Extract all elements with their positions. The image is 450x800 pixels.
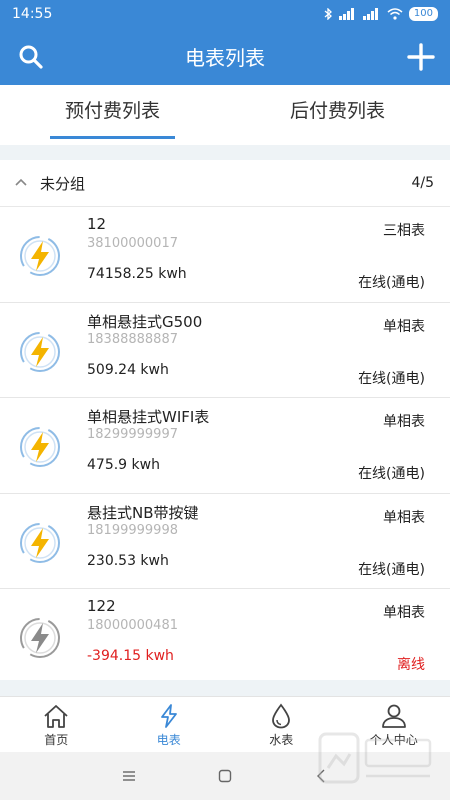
bluetooth-icon [324, 8, 332, 20]
app-bar: 电表列表 [0, 28, 450, 85]
meter-status: 在线(通电) [358, 275, 425, 291]
meter-type: 三相表 [383, 223, 425, 239]
water-drop-icon [272, 703, 291, 729]
tab-postpaid[interactable]: 后付费列表 [225, 85, 450, 145]
meter-offline-icon [20, 618, 60, 658]
meter-reading: 509.24 kwh [87, 361, 169, 378]
nav-meter[interactable]: 电表 [113, 697, 226, 752]
meter-list: 12 38100000017 74158.25 kwh 三相表 在线(通电) 单… [0, 207, 450, 685]
home-icon [44, 705, 68, 728]
signal-icon [338, 8, 354, 20]
meter-id: 18299999997 [87, 427, 178, 442]
home-square-icon[interactable] [217, 768, 233, 784]
meter-id: 38100000017 [87, 236, 178, 251]
wifi-icon [387, 8, 403, 20]
group-header[interactable]: 未分组 4/5 [0, 160, 450, 207]
meter-row[interactable]: 单相悬挂式G500 18388888887 509.24 kwh 单相表 在线(… [0, 302, 450, 398]
plus-icon [407, 43, 435, 71]
meter-type: 单相表 [383, 318, 425, 335]
tab-bar: 预付费列表 后付费列表 [0, 85, 450, 145]
meter-reading: 475.9 kwh [87, 457, 160, 473]
nav-label: 首页 [44, 733, 69, 747]
section-divider [0, 145, 450, 160]
meter-reading: 74158.25 kwh [87, 266, 187, 282]
meter-row[interactable]: 122 18000000481 -394.15 kwh 单相表 离线 [0, 589, 450, 685]
meter-type: 单相表 [383, 414, 425, 430]
meter-row[interactable]: 单相悬挂式WIFI表 18299999997 475.9 kwh 单相表 在线(… [0, 398, 450, 494]
add-meter-button[interactable] [404, 40, 438, 74]
meter-status: 在线(通电) [358, 561, 425, 578]
meter-online-icon [20, 331, 60, 372]
meter-status: 在线(通电) [358, 466, 425, 482]
meter-name: 悬挂式NB带按键 [87, 503, 199, 522]
group-name: 未分组 [40, 174, 86, 193]
meter-type: 单相表 [383, 509, 425, 526]
status-icons: 100 [323, 7, 438, 21]
status-bar: 14:55 100 [0, 0, 450, 28]
battery-icon: 100 [408, 7, 438, 21]
meter-id: 18388888887 [87, 331, 178, 347]
nav-label: 电表 [156, 733, 181, 747]
status-time: 14:55 [12, 6, 53, 22]
meter-type: 单相表 [383, 605, 425, 621]
meter-name: 单相悬挂式G500 [87, 312, 203, 331]
page-title: 电表列表 [185, 46, 265, 70]
meter-status: 离线 [397, 657, 425, 673]
meter-status: 在线(通电) [358, 370, 425, 387]
user-icon [381, 704, 406, 728]
meter-id: 18199999998 [87, 522, 178, 538]
meter-name: 12 [87, 215, 107, 233]
nav-home[interactable]: 首页 [0, 697, 113, 752]
lightning-icon [160, 704, 177, 728]
nav-label: 水表 [269, 733, 294, 747]
meter-online-icon [20, 522, 60, 563]
meter-name: 122 [87, 597, 116, 615]
meter-reading: 230.53 kwh [87, 552, 169, 569]
meter-row[interactable]: 悬挂式NB带按键 18199999998 230.53 kwh 单相表 在线(通… [0, 493, 450, 589]
meter-reading: -394.15 kwh [87, 648, 174, 664]
section-divider [0, 680, 450, 696]
tab-prepaid[interactable]: 预付费列表 [0, 85, 225, 145]
meter-name: 单相悬挂式WIFI表 [87, 408, 210, 426]
meter-id: 18000000481 [87, 618, 178, 633]
menu-icon[interactable] [121, 768, 137, 784]
chevron-up-icon [15, 178, 27, 186]
watermark-logo [318, 732, 432, 784]
meter-online-icon [20, 427, 60, 467]
meter-row[interactable]: 12 38100000017 74158.25 kwh 三相表 在线(通电) [0, 207, 450, 303]
meter-online-icon [20, 236, 60, 276]
group-count: 4/5 [411, 175, 434, 191]
signal-icon [362, 8, 378, 20]
